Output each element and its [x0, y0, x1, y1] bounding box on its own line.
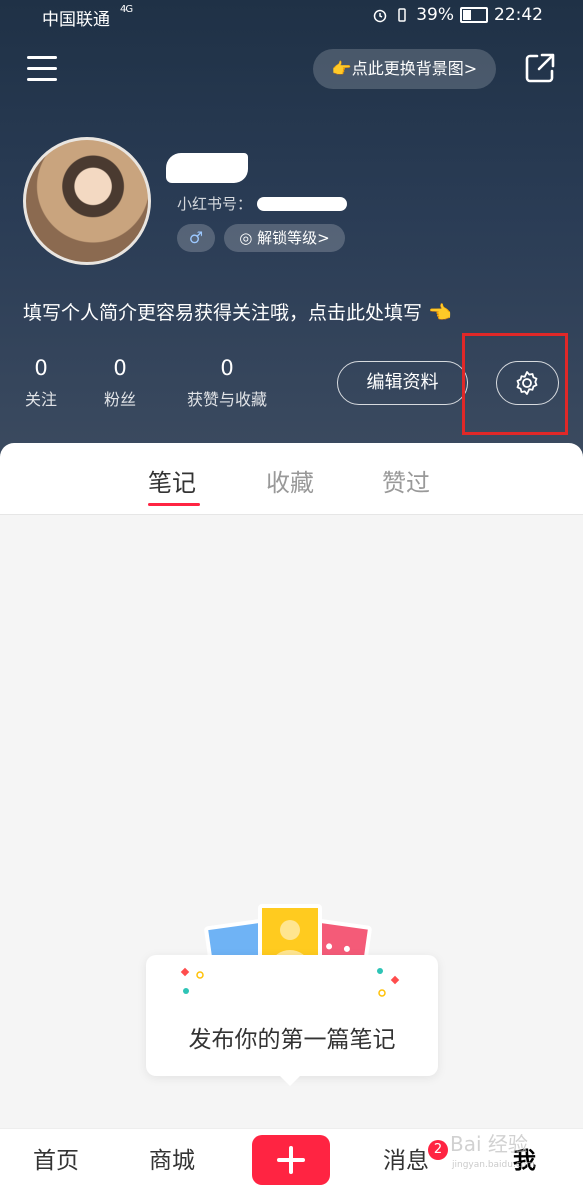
- gender-badge: ♂: [177, 224, 215, 252]
- unlock-level-label: 解锁等级>: [257, 229, 330, 247]
- tab-collections[interactable]: 收藏: [266, 463, 314, 498]
- watermark-url: jingyan.baidu.com: [452, 1160, 536, 1170]
- empty-state-text: 发布你的第一篇笔记: [188, 1027, 396, 1053]
- stat-value: 0: [34, 356, 48, 380]
- unlock-level-button[interactable]: ◎ 解锁等级>: [224, 224, 345, 252]
- battery-percent: 39%: [416, 5, 454, 25]
- publish-plus-button[interactable]: [252, 1135, 330, 1185]
- nav-mall[interactable]: 商城: [149, 1141, 195, 1175]
- tab-liked[interactable]: 赞过: [382, 463, 430, 498]
- nav-messages[interactable]: 消息: [383, 1141, 429, 1175]
- stat-value: 0: [113, 356, 127, 380]
- stat-label: 粉丝: [103, 390, 136, 409]
- confetti-left-icon: [180, 967, 204, 994]
- nav-home[interactable]: 首页: [33, 1141, 79, 1175]
- stat-following[interactable]: 0 关注: [23, 356, 59, 410]
- vibrate-icon: [398, 8, 406, 22]
- medal-icon: ◎: [239, 229, 253, 247]
- active-tab-indicator: [148, 503, 200, 506]
- alarm-icon: [373, 9, 387, 23]
- empty-state-card[interactable]: 发布你的第一篇笔记: [146, 955, 438, 1086]
- menu-icon[interactable]: [27, 56, 57, 82]
- bio-text[interactable]: 填写个人简介更容易获得关注哦，点击此处填写 👈: [23, 298, 452, 325]
- avatar[interactable]: [23, 137, 151, 265]
- stat-label: 获赞与收藏: [186, 390, 267, 409]
- stat-followers[interactable]: 0 粉丝: [102, 356, 138, 410]
- change-background-button[interactable]: 👉点此更换背景图>: [313, 49, 496, 89]
- clock: 22:42: [494, 5, 543, 25]
- share-icon[interactable]: [523, 51, 557, 85]
- content-tabs: 笔记 收藏 赞过: [0, 443, 583, 515]
- tab-notes[interactable]: 笔记: [148, 463, 196, 498]
- username-redacted: [166, 153, 248, 183]
- battery-icon: [460, 7, 488, 23]
- status-right: 39% 22:42: [372, 5, 543, 25]
- network-type: 4G: [120, 4, 133, 15]
- settings-highlight-box: [462, 333, 568, 435]
- status-bar: 中国联通 4G 39% 22:42: [0, 0, 583, 30]
- watermark-logo: Bai 经验: [450, 1132, 528, 1156]
- stat-label: 关注: [24, 390, 57, 409]
- confetti-right-icon: [377, 968, 400, 997]
- stat-value: 0: [220, 356, 234, 380]
- edit-profile-button[interactable]: 编辑资料: [337, 361, 468, 405]
- messages-badge: 2: [428, 1140, 448, 1160]
- carrier-text: 中国联通: [42, 10, 110, 30]
- redbook-id-label: 小红书号：: [177, 195, 253, 213]
- stat-likes-collects[interactable]: 0 获赞与收藏: [182, 356, 272, 410]
- redbook-id-redacted: [257, 197, 347, 211]
